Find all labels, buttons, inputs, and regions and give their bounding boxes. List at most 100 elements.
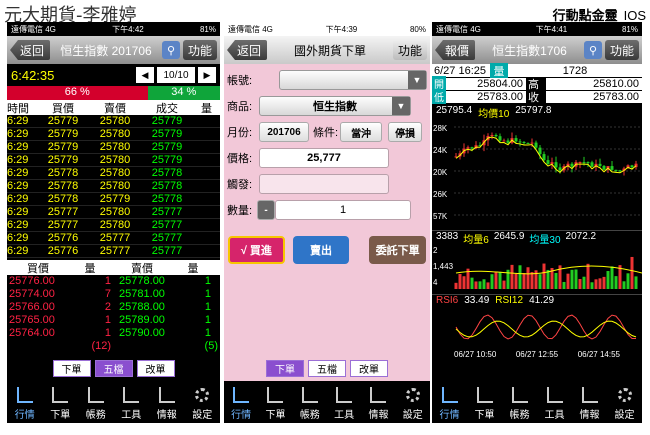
- ticks-col-header: 成交: [156, 103, 178, 115]
- volume-bar: [634, 276, 638, 289]
- candle: [506, 140, 510, 143]
- candle: [518, 141, 522, 143]
- bottom-tab-bar: 行情 下單 帳務 工具 情報 設定: [7, 381, 220, 423]
- candle: [582, 162, 586, 164]
- month-select[interactable]: 201706: [259, 122, 309, 142]
- tick-cell: 25776: [47, 232, 79, 244]
- tab-account[interactable]: 帳務: [78, 381, 114, 423]
- volume-bar: [514, 273, 518, 289]
- volume-bar: [614, 276, 618, 289]
- tab-five-levels[interactable]: 五檔: [308, 360, 346, 377]
- ticks-col-header: 買價: [52, 103, 74, 115]
- tick-cell: [193, 219, 220, 231]
- condition-select[interactable]: 當沖: [340, 122, 383, 142]
- candle: [610, 166, 614, 170]
- buy-button[interactable]: √ 買進: [228, 236, 285, 264]
- tab-order[interactable]: 下單: [52, 360, 91, 377]
- tab-tools[interactable]: 工具: [327, 381, 361, 423]
- product-select[interactable]: 恒生指數 ▼: [259, 96, 411, 116]
- volume-bar: [574, 269, 578, 289]
- book-row: 25764.00 1 25790.00 1: [7, 327, 220, 340]
- candle: [542, 154, 546, 161]
- qty-minus-button[interactable]: -: [257, 200, 275, 220]
- tick-cell: 25780: [99, 167, 131, 179]
- volume-bar: [522, 273, 526, 289]
- volume-bar: [598, 278, 602, 289]
- tab-account[interactable]: 帳務: [293, 381, 327, 423]
- volume-bar: [482, 279, 486, 289]
- candle: [578, 162, 582, 164]
- tab-modify[interactable]: 改單: [136, 360, 175, 377]
- volume-bar: [462, 276, 466, 289]
- volume-bar: [590, 282, 594, 289]
- book-cell: 25764.00: [9, 327, 55, 339]
- tab-quotes[interactable]: 行情: [432, 381, 467, 423]
- tick-row: 6:29 25779 25780 25779: [7, 141, 220, 154]
- account-row: 帳號: ▼: [224, 68, 430, 92]
- volume-bar: [630, 256, 634, 289]
- tab-five-levels[interactable]: 五檔: [94, 360, 133, 377]
- tab-tools[interactable]: 工具: [537, 381, 572, 423]
- tick-cell: [193, 167, 220, 179]
- order-icon: [267, 387, 284, 403]
- book-cell: 1: [204, 314, 211, 326]
- tab-quotes[interactable]: 行情: [7, 381, 43, 423]
- function-button[interactable]: 功能: [604, 40, 639, 60]
- book-cell: 25765.00: [9, 314, 55, 326]
- tab-settings[interactable]: 設定: [185, 381, 221, 423]
- tab-quotes[interactable]: 行情: [224, 381, 258, 423]
- submit-order-button[interactable]: 委託下單: [369, 236, 427, 264]
- nav-bar: 返回 國外期貨下單 功能: [224, 36, 430, 64]
- volume-bar: [530, 272, 534, 289]
- tab-settings[interactable]: 設定: [607, 381, 642, 423]
- svg-text:26K: 26K: [433, 190, 448, 199]
- prev-page-button[interactable]: ◀: [136, 67, 154, 83]
- tab-place-order[interactable]: 下單: [43, 381, 79, 423]
- book-col-header: 量: [187, 263, 199, 275]
- tick-cell: 25780: [99, 141, 131, 153]
- phone-order-entry: 遠傳電信 4G 下午4:39 80% 返回 國外期貨下單 功能 帳號: ▼ 商品:…: [224, 22, 430, 423]
- candle: [490, 135, 494, 136]
- tab-order[interactable]: 下單: [266, 360, 304, 377]
- tab-settings[interactable]: 設定: [396, 381, 430, 423]
- back-button[interactable]: 返回: [10, 40, 51, 60]
- tab-place-order[interactable]: 下單: [467, 381, 502, 423]
- tab-place-order[interactable]: 下單: [258, 381, 292, 423]
- search-icon[interactable]: ⚲: [161, 41, 180, 59]
- stop-loss-button[interactable]: 停損: [388, 122, 423, 142]
- tab-tools[interactable]: 工具: [114, 381, 150, 423]
- tick-cell: 25780: [99, 128, 131, 140]
- volume-bar: [586, 263, 590, 289]
- tab-modify[interactable]: 改單: [350, 360, 388, 377]
- account-select[interactable]: ▼: [279, 70, 427, 90]
- gear-icon: [405, 388, 420, 402]
- tick-cell: 25779: [47, 115, 79, 127]
- function-button[interactable]: 功能: [392, 40, 427, 60]
- candle: [514, 138, 518, 142]
- tab-news[interactable]: 情報: [572, 381, 607, 423]
- sell-button[interactable]: 賣出: [292, 236, 350, 264]
- next-page-button[interactable]: ▶: [198, 67, 216, 83]
- tab-news[interactable]: 情報: [149, 381, 185, 423]
- chart-icon: [233, 387, 250, 403]
- tick-cell: 25778: [47, 167, 79, 179]
- price-input[interactable]: 25,777: [259, 148, 389, 168]
- tab-account[interactable]: 帳務: [502, 381, 537, 423]
- tick-cell: 25779: [47, 141, 79, 153]
- tick-row: 6:29 25778 25779 25778: [7, 193, 220, 206]
- candle: [530, 142, 534, 144]
- candle: [554, 162, 558, 168]
- back-button[interactable]: 返回: [227, 40, 268, 60]
- tick-cell: 6:29: [7, 219, 29, 231]
- ticks-col-header: 量: [201, 103, 212, 115]
- tick-cell: 25778: [47, 180, 79, 192]
- trigger-input[interactable]: [259, 174, 389, 194]
- search-icon[interactable]: ⚲: [583, 41, 602, 59]
- qty-input[interactable]: 1: [275, 200, 411, 220]
- news-icon: [370, 387, 387, 403]
- status-bar: 遠傳電信 4G 下午4:41 81%: [432, 22, 642, 36]
- function-button[interactable]: 功能: [182, 40, 217, 60]
- gear-icon: [195, 388, 210, 402]
- tab-news[interactable]: 情報: [361, 381, 395, 423]
- quote-back-button[interactable]: 報價: [435, 40, 476, 60]
